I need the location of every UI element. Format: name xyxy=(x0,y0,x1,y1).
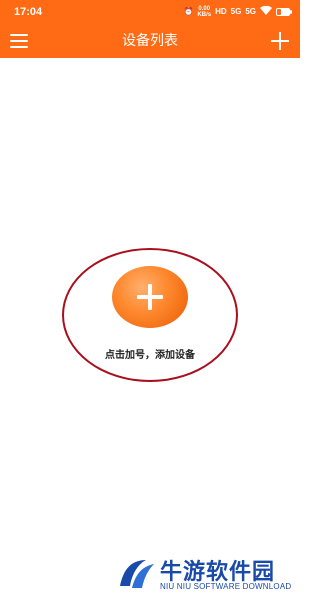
watermark-logo-icon xyxy=(120,560,154,588)
battery-icon xyxy=(276,8,292,16)
status-bar: 17:04 ⏰ 0.00 KB/s HD 5G 5G xyxy=(0,0,300,24)
alarm-icon: ⏰ xyxy=(183,7,194,16)
page-title: 设备列表 xyxy=(122,33,178,49)
wifi-icon xyxy=(260,5,272,18)
add-device-plus-icon[interactable] xyxy=(270,31,290,51)
status-time: 17:04 xyxy=(14,6,43,18)
empty-hint-text: 点击加号，添加设备 xyxy=(105,350,195,361)
watermark: 牛游软件园 NIU NIU SOFTWARE DOWNLOAD xyxy=(116,552,300,596)
app-bar: 17:04 ⏰ 0.00 KB/s HD 5G 5G 设备列表 xyxy=(0,0,300,58)
add-device-button[interactable] xyxy=(112,266,188,328)
hamburger-menu-icon[interactable] xyxy=(10,32,30,50)
signal-icon-2: 5G xyxy=(245,7,256,16)
hd-icon: HD xyxy=(215,7,227,16)
status-icons: ⏰ 0.00 KB/s HD 5G 5G xyxy=(183,5,292,18)
signal-icon-1: 5G xyxy=(230,7,242,16)
watermark-subtitle: NIU NIU SOFTWARE DOWNLOAD xyxy=(160,582,292,591)
network-speed: 0.00 KB/s xyxy=(197,6,212,18)
